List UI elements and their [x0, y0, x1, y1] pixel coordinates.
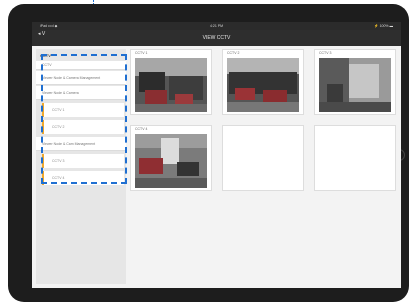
camera-label: CCTV 4 [135, 127, 148, 131]
camera-label: CCTV 3 [319, 51, 332, 55]
camera-tile-4[interactable]: CCTV 4 [130, 125, 212, 191]
camera-label: CCTV 2 [227, 51, 240, 55]
camera-feed-image [135, 58, 207, 112]
camera-tile-empty-2 [314, 125, 396, 191]
camera-feed-image [135, 134, 207, 188]
annotation-selection-box [41, 54, 127, 184]
camera-feed-image [319, 58, 391, 112]
navigation-bar: ◂ V VIEW CCTV [32, 30, 401, 46]
camera-feed-image [227, 58, 299, 112]
page-title: VIEW CCTV [202, 35, 231, 41]
camera-tile-2[interactable]: CCTV 2 [222, 49, 304, 115]
battery-status: ⚡ 100% ▬ [374, 24, 393, 28]
camera-tile-empty-1 [222, 125, 304, 191]
status-time: 4:21 PM [209, 24, 224, 28]
camera-tile-1[interactable]: CCTV 1 [130, 49, 212, 115]
camera-label: CCTV 1 [135, 51, 148, 55]
camera-tile-3[interactable]: CCTV 3 [314, 49, 396, 115]
status-bar: iPad ••••l ◆ 4:21 PM ⚡ 100% ▬ [32, 22, 401, 30]
